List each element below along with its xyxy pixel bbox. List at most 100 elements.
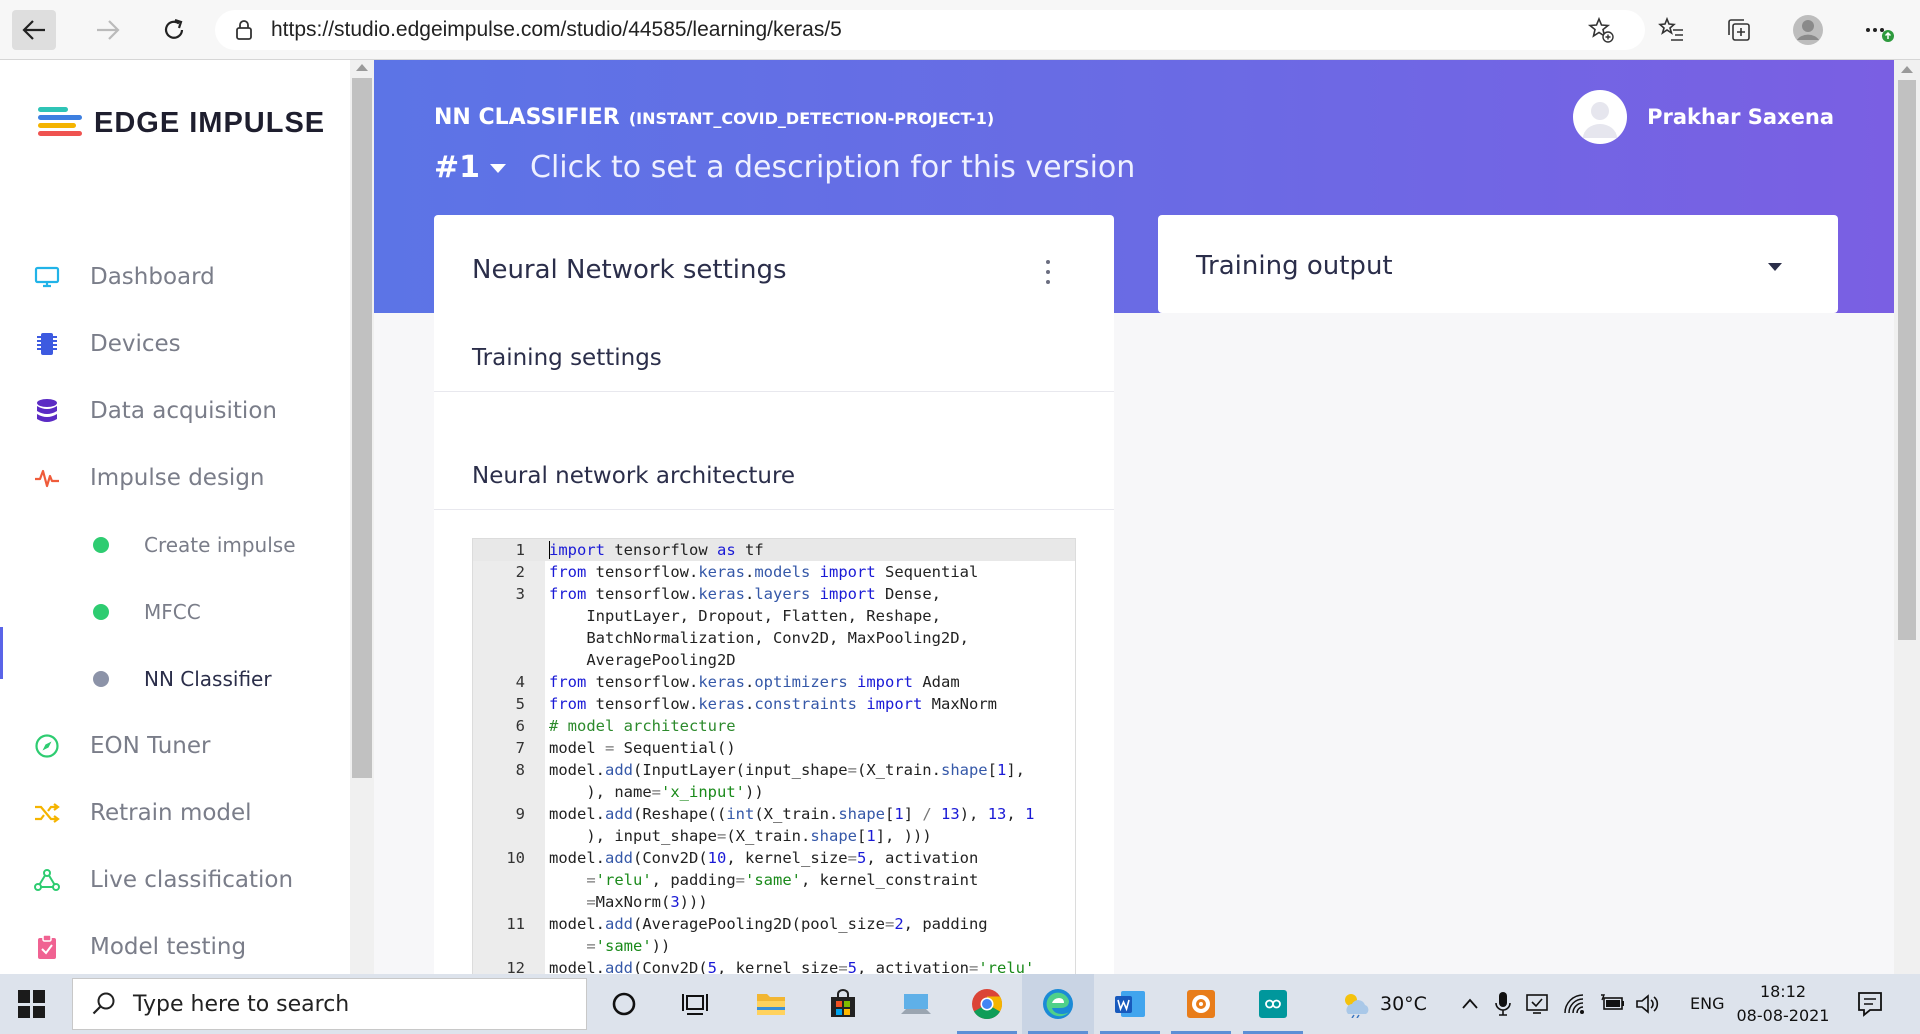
edge-app[interactable] bbox=[1022, 974, 1094, 1034]
sidebar-item-eon-tuner[interactable]: EON Tuner bbox=[0, 721, 350, 771]
clipboard-icon bbox=[34, 934, 60, 960]
logo-mark-icon bbox=[38, 106, 82, 140]
browser-toolbar: https://studio.edgeimpulse.com/studio/44… bbox=[0, 0, 1920, 60]
sidebar-item-impulse-design[interactable]: Impulse design bbox=[0, 453, 350, 503]
project-name: (INSTANT_COVID_DETECTION-PROJECT-1) bbox=[628, 109, 995, 128]
version-number[interactable]: #1 bbox=[434, 150, 480, 185]
arduino-icon bbox=[1259, 990, 1287, 1018]
notification-center-button[interactable] bbox=[1856, 990, 1884, 1023]
card-menu-button[interactable] bbox=[1040, 260, 1056, 284]
system-tray: 30°C bbox=[1340, 974, 1661, 1034]
sidebar-item-create-impulse[interactable]: Create impulse bbox=[0, 520, 350, 570]
chrome-app[interactable] bbox=[951, 974, 1023, 1034]
scroll-up-arrow-icon[interactable] bbox=[1901, 66, 1913, 73]
sidebar-item-retrain-model[interactable]: Retrain model bbox=[0, 788, 350, 838]
add-favorite-button[interactable] bbox=[1583, 12, 1619, 48]
version-selector[interactable]: #1 Click to set a description for this v… bbox=[434, 150, 1135, 185]
user-menu[interactable]: Prakhar Saxena bbox=[1573, 90, 1834, 144]
sidebar: EDGE IMPULSE Dashboard Devices Data acqu… bbox=[0, 60, 350, 974]
taskbar-search[interactable]: Type here to search bbox=[72, 978, 587, 1030]
task-view-icon bbox=[682, 994, 708, 1015]
logo-text: EDGE IMPULSE bbox=[94, 106, 326, 139]
caret-down-icon[interactable] bbox=[1768, 263, 1782, 271]
store-bag-icon bbox=[831, 989, 855, 1017]
network-adapter-icon[interactable] bbox=[1525, 993, 1549, 1015]
clock[interactable]: 18:12 08-08-2021 bbox=[1735, 980, 1831, 1028]
url-text: https://studio.edgeimpulse.com/studio/44… bbox=[271, 18, 842, 41]
sidebar-item-dashboard[interactable]: Dashboard bbox=[0, 252, 350, 302]
dot-icon bbox=[1046, 280, 1050, 284]
pulse-icon bbox=[34, 465, 60, 491]
sidebar-item-data-acquisition[interactable]: Data acquisition bbox=[0, 386, 350, 436]
shuffle-icon bbox=[34, 800, 60, 826]
chevron-up-icon[interactable] bbox=[1461, 997, 1479, 1011]
file-explorer-app[interactable] bbox=[735, 974, 807, 1034]
sidebar-item-nn-classifier[interactable]: NN Classifier bbox=[0, 654, 350, 704]
windows-logo-icon bbox=[18, 990, 30, 1003]
chrome-icon bbox=[972, 989, 1003, 1020]
sidebar-item-label: Retrain model bbox=[90, 800, 252, 826]
cortana-button[interactable] bbox=[588, 974, 660, 1034]
page-scroll-thumb[interactable] bbox=[1898, 80, 1916, 640]
clock-date: 08-08-2021 bbox=[1736, 1006, 1830, 1025]
arduino-app[interactable] bbox=[1237, 974, 1309, 1034]
divider bbox=[434, 509, 1114, 510]
version-description[interactable]: Click to set a description for this vers… bbox=[530, 150, 1135, 185]
reload-button[interactable] bbox=[152, 10, 196, 50]
sidebar-item-mfcc[interactable]: MFCC bbox=[0, 587, 350, 637]
back-button[interactable] bbox=[12, 10, 56, 50]
sidebar-item-live-classification[interactable]: Live classification bbox=[0, 855, 350, 905]
card-title: Training output bbox=[1196, 251, 1393, 281]
sidebar-item-label: Live classification bbox=[90, 867, 294, 893]
settings-more-button[interactable] bbox=[1862, 12, 1898, 48]
microphone-icon[interactable] bbox=[1495, 991, 1511, 1017]
sidebar-item-label: Create impulse bbox=[144, 533, 296, 557]
divider bbox=[434, 391, 1114, 392]
word-app[interactable] bbox=[1094, 974, 1166, 1034]
database-icon bbox=[34, 398, 60, 424]
sidebar-item-label: Data acquisition bbox=[90, 398, 277, 424]
dot-icon bbox=[1046, 270, 1050, 274]
volume-icon[interactable] bbox=[1635, 993, 1661, 1015]
favorites-list-icon bbox=[1658, 16, 1683, 41]
collections-button[interactable] bbox=[1721, 12, 1757, 48]
sidebar-scrollbar[interactable] bbox=[350, 60, 374, 974]
monitor-icon bbox=[34, 264, 60, 290]
windows-taskbar: Type here to search 30°C ENG 18:12 08-08… bbox=[0, 974, 1920, 1034]
address-bar[interactable]: https://studio.edgeimpulse.com/studio/44… bbox=[215, 10, 1645, 50]
input-language[interactable]: ENG bbox=[1690, 994, 1724, 1013]
wifi-icon[interactable] bbox=[1563, 993, 1587, 1015]
caret-down-icon[interactable] bbox=[490, 164, 507, 173]
weather-partly-cloudy-icon bbox=[1345, 994, 1369, 1018]
network-icon bbox=[34, 867, 60, 893]
page-title: NN CLASSIFIER (INSTANT_COVID_DETECTION-P… bbox=[434, 105, 994, 130]
forward-button[interactable] bbox=[86, 10, 130, 50]
code-editor[interactable]: 1 import tensorflow as tf 2 from tensorflo… bbox=[472, 538, 1076, 974]
dot-icon bbox=[1046, 260, 1050, 264]
scroll-up-arrow-icon[interactable] bbox=[356, 64, 368, 71]
arrow-left-icon bbox=[22, 20, 45, 40]
arrow-right-icon bbox=[97, 20, 120, 40]
battery-charging-icon[interactable] bbox=[1599, 993, 1625, 1015]
search-icon bbox=[92, 992, 115, 1015]
start-button[interactable] bbox=[18, 990, 46, 1018]
lock-icon bbox=[236, 20, 252, 40]
training-output-card[interactable]: Training output bbox=[1158, 215, 1838, 313]
folder-icon bbox=[757, 994, 785, 1015]
vlc-media-app[interactable] bbox=[1165, 974, 1237, 1034]
sidebar-scroll-thumb[interactable] bbox=[352, 78, 372, 778]
this-pc-app[interactable] bbox=[880, 974, 952, 1034]
edge-impulse-logo[interactable]: EDGE IMPULSE bbox=[38, 106, 325, 140]
page-scrollbar[interactable] bbox=[1894, 60, 1920, 974]
profile-button[interactable] bbox=[1790, 12, 1826, 48]
weather-temperature[interactable]: 30°C bbox=[1380, 993, 1427, 1015]
task-view-button[interactable] bbox=[660, 974, 732, 1034]
main-content: NN CLASSIFIER (INSTANT_COVID_DETECTION-P… bbox=[374, 60, 1894, 974]
microsoft-store-app[interactable] bbox=[807, 974, 879, 1034]
avatar[interactable] bbox=[1573, 90, 1628, 144]
favorites-button[interactable] bbox=[1653, 12, 1689, 48]
sidebar-item-devices[interactable]: Devices bbox=[0, 319, 350, 369]
page-title-text: NN CLASSIFIER bbox=[434, 105, 620, 130]
sidebar-item-model-testing[interactable]: Model testing bbox=[0, 922, 350, 972]
media-player-icon bbox=[1187, 990, 1215, 1018]
